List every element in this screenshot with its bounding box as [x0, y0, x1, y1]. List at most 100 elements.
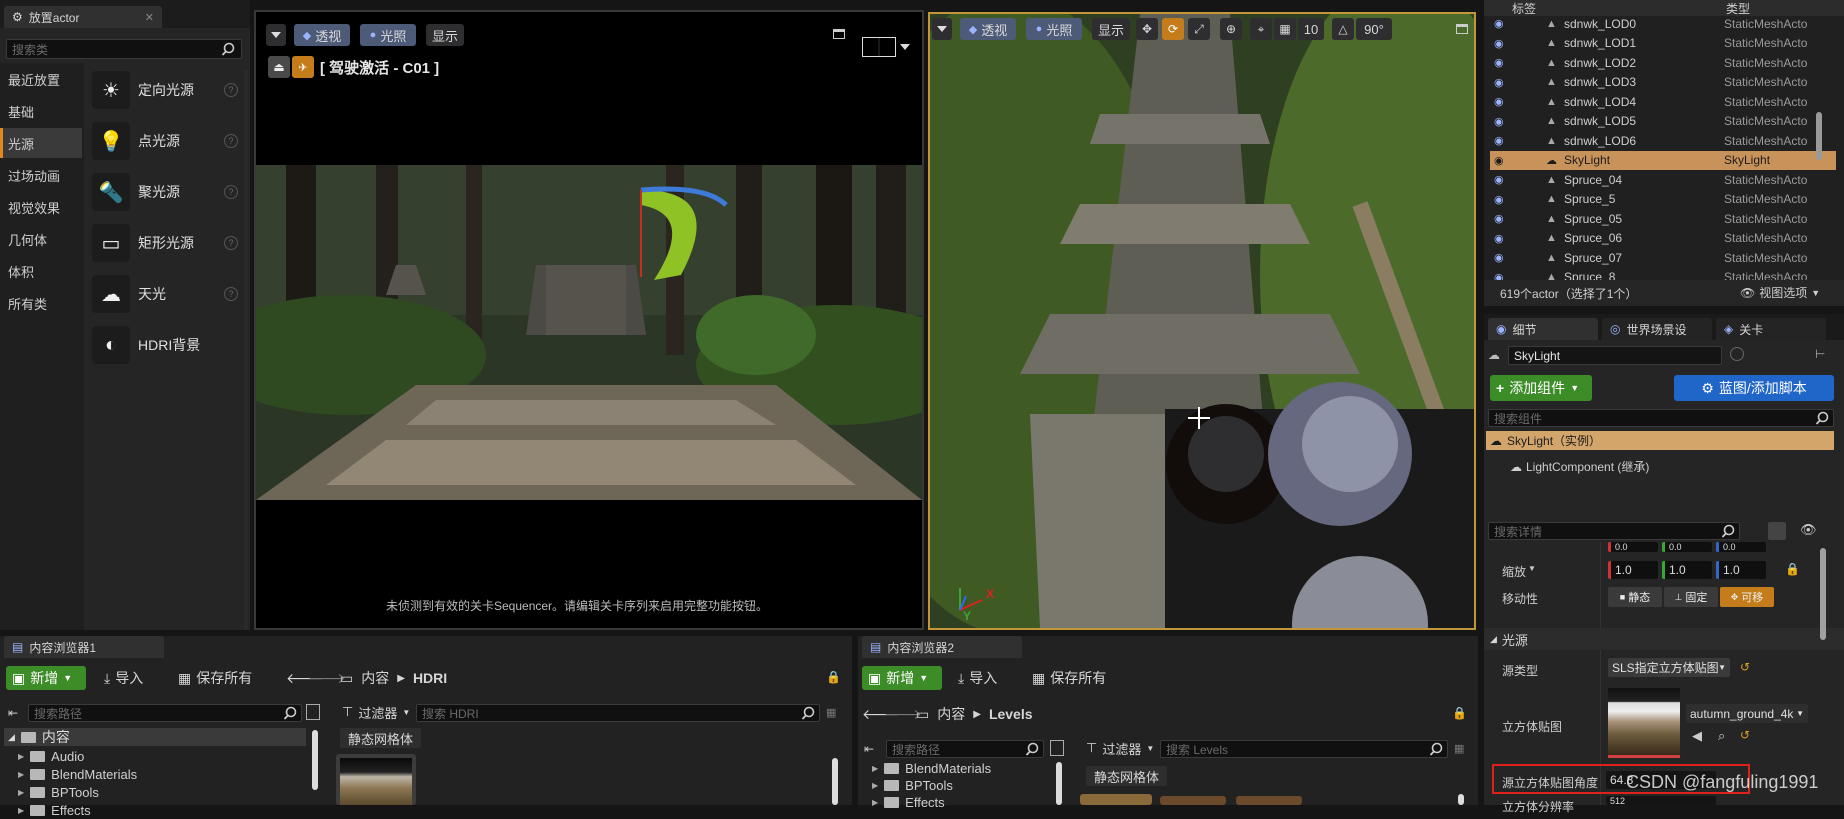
outliner-row[interactable]: ◉ ▲ sdnwk_LOD0 StaticMeshActo	[1490, 14, 1836, 33]
cb2-save-all-button[interactable]: ▦ 保存所有	[1026, 666, 1112, 690]
sources-toggle-icon[interactable]: ⇤	[864, 742, 874, 756]
reset-icon[interactable]: ↺	[1740, 660, 1750, 674]
help-icon[interactable]: ?	[224, 134, 238, 148]
details-scrollbar[interactable]	[1820, 548, 1826, 640]
place-item[interactable]: ◐ HDRI背景	[92, 324, 242, 366]
tab-content-browser-2[interactable]: ▤ 内容浏览器2	[862, 636, 1022, 658]
outliner-scrollbar[interactable]	[1816, 112, 1822, 160]
outliner-row[interactable]: ◉ ▲ Spruce_07 StaticMeshActo	[1490, 248, 1836, 267]
cb2-tree-scrollbar[interactable]	[1056, 762, 1062, 805]
outliner-row[interactable]: ◉ ▲ Spruce_05 StaticMeshActo	[1490, 209, 1836, 228]
category-item[interactable]: 视觉效果	[0, 192, 82, 222]
rotation-input[interactable]: 0.0	[1608, 542, 1658, 552]
tab-level[interactable]: ◈ 关卡	[1716, 318, 1826, 340]
viewport-right-show-button[interactable]: 显示	[1092, 18, 1130, 40]
tab-place-actor[interactable]: ⚙ 放置actor ✕	[4, 6, 162, 28]
help-icon[interactable]: ?	[224, 83, 238, 97]
translate-tool-button[interactable]: ✥	[1136, 18, 1158, 40]
outliner-row[interactable]: ◉ ▲ sdnwk_LOD6 StaticMeshActo	[1490, 131, 1836, 150]
cb2-search-paths-input[interactable]: 搜索路径	[886, 740, 1044, 758]
expand-icon[interactable]: ▶	[18, 752, 24, 761]
viewport-left-scene[interactable]	[256, 165, 922, 500]
source-type-dropdown[interactable]: SLS指定立方体贴图 ▼	[1608, 658, 1730, 677]
category-item[interactable]: 几何体	[0, 224, 82, 254]
visibility-eye-icon[interactable]: ◉	[1494, 193, 1504, 206]
outliner-row[interactable]: ◉ ▲ sdnwk_LOD1 StaticMeshActo	[1490, 34, 1836, 53]
cb2-new-button[interactable]: ▣ 新增 ▼	[862, 666, 942, 690]
surface-snap-button[interactable]: ⌖	[1250, 18, 1272, 40]
use-selected-icon[interactable]: ◀	[1692, 728, 1702, 744]
cb1-new-button[interactable]: ▣ 新增 ▼	[6, 666, 86, 690]
light-section-header[interactable]: ◢ 光源	[1484, 628, 1844, 650]
grid-snap-button[interactable]: ▦	[1274, 18, 1296, 40]
expand-icon[interactable]: ▶	[872, 781, 878, 790]
tab-content-browser-1[interactable]: ▤ 内容浏览器1	[4, 636, 164, 658]
rotation-snap-button[interactable]: △	[1332, 18, 1354, 40]
cb1-breadcrumb-root[interactable]: 内容	[361, 668, 389, 688]
scale-lock-icon[interactable]: 🔒	[1785, 562, 1800, 576]
place-item[interactable]: 🔦 聚光源?	[92, 171, 242, 213]
rotation-snap-value[interactable]: 90°	[1356, 18, 1392, 40]
scale-input[interactable]: 1.0	[1662, 561, 1712, 579]
visibility-eye-icon[interactable]: ◉	[1494, 17, 1504, 30]
eject-button[interactable]: ⏏	[268, 56, 290, 78]
viewport-right-menu-button[interactable]	[932, 18, 952, 40]
cubemap-thumbnail[interactable]	[1608, 688, 1680, 758]
cb1-breadcrumb-current[interactable]: HDRI	[413, 670, 447, 686]
pin-icon[interactable]: ⊢	[1815, 347, 1825, 361]
folder-tree-item[interactable]: ▶ Effects	[872, 794, 945, 811]
rotation-input[interactable]: 0.0	[1716, 542, 1766, 552]
cb2-breadcrumb-current[interactable]: Levels	[989, 706, 1033, 722]
maximize-icon[interactable]	[1456, 24, 1468, 34]
cb1-search-paths-input[interactable]: 搜索路径	[28, 704, 302, 722]
tab-world-settings[interactable]: ◎ 世界场景设	[1602, 318, 1712, 340]
folder-tree-item[interactable]: ▶ BPTools	[872, 777, 953, 794]
outliner-row[interactable]: ◉ ▲ sdnwk_LOD2 StaticMeshActo	[1490, 53, 1836, 72]
expand-icon[interactable]: ▶	[18, 806, 24, 815]
place-panel-scrollbar[interactable]	[244, 70, 248, 630]
chevron-down-icon[interactable]: ▼	[1528, 564, 1536, 573]
component-child-row[interactable]: ☁ LightComponent (继承)	[1510, 458, 1649, 475]
cb1-scrollbar[interactable]	[832, 758, 838, 805]
visibility-eye-icon[interactable]: ◉	[1494, 134, 1504, 147]
cb2-search-input[interactable]: 搜索 Levels	[1160, 740, 1448, 758]
world-local-button[interactable]: ⊕	[1220, 18, 1242, 40]
search-details-input[interactable]: 搜索详情	[1488, 522, 1740, 540]
cb1-asset-tile[interactable]	[336, 754, 416, 805]
cb1-save-search-icon[interactable]: ▦	[826, 706, 836, 719]
cb2-breadcrumb-root[interactable]: 内容	[937, 704, 965, 724]
visibility-eye-icon[interactable]: ◉	[1494, 173, 1504, 186]
expand-icon[interactable]: ▶	[18, 788, 24, 797]
mobility-option[interactable]: ⊥ 固定	[1664, 587, 1718, 607]
visibility-eye-icon[interactable]: ◉	[1494, 37, 1504, 50]
cb2-breadcrumb[interactable]: ▭ 内容 ▶ Levels	[910, 702, 1039, 726]
layout-icon[interactable]	[862, 37, 896, 57]
scale-input[interactable]: 1.0	[1608, 561, 1658, 579]
cubemap-asset-dropdown[interactable]: autumn_ground_4k ▼	[1686, 704, 1808, 723]
rotate-tool-button[interactable]: ⟳	[1162, 18, 1184, 40]
outliner-row[interactable]: ◉ ▲ sdnwk_LOD5 StaticMeshActo	[1490, 112, 1836, 131]
maximize-icon[interactable]	[833, 29, 845, 39]
category-item[interactable]: 最近放置	[0, 64, 82, 94]
viewport-right-lighting-button[interactable]: ● 光照	[1026, 18, 1082, 40]
sources-toggle-icon[interactable]: ⇤	[8, 706, 18, 720]
reset-icon[interactable]: ↺	[1740, 728, 1750, 742]
folder-tree-item[interactable]: ▶ BlendMaterials	[18, 766, 137, 783]
viewport-right-perspective-button[interactable]: ◆ 透视	[960, 18, 1016, 40]
scale-input[interactable]: 1.0	[1716, 561, 1766, 579]
folder-tree-item[interactable]: ▶ BPTools	[18, 784, 99, 801]
outliner-row[interactable]: ◉ ▲ Spruce_5 StaticMeshActo	[1490, 190, 1836, 209]
cb2-asset-tile[interactable]	[1236, 796, 1302, 805]
cb2-save-search-icon[interactable]: ▦	[1454, 742, 1464, 755]
cb1-lock-icon[interactable]: 🔒	[826, 670, 841, 684]
folder-tree-item[interactable]: ▶ Audio	[18, 748, 84, 765]
visibility-eye-icon[interactable]: ◉	[1494, 154, 1504, 167]
category-item[interactable]: 体积	[0, 256, 82, 286]
component-root-row[interactable]: ☁ SkyLight（实例）	[1486, 431, 1834, 450]
cb1-search-input[interactable]: 搜索 HDRI	[416, 704, 820, 722]
browse-asset-icon[interactable]: ⌕	[1718, 728, 1725, 744]
grid-size-value[interactable]: 10	[1298, 18, 1324, 40]
outliner-row[interactable]: ◉ ☁ SkyLight SkyLight	[1490, 150, 1836, 170]
cb1-tree-scrollbar[interactable]	[312, 730, 318, 790]
category-item[interactable]: 所有类	[0, 288, 82, 318]
